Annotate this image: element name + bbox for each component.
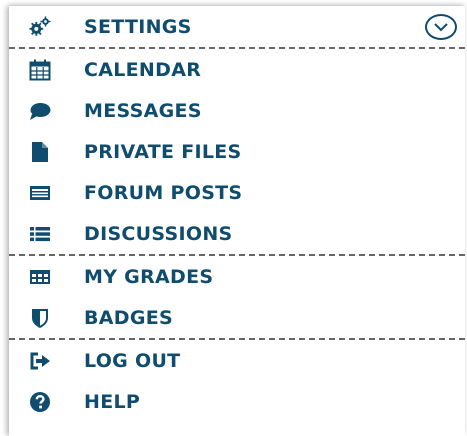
chevron-down-circle-icon[interactable] [425,13,457,40]
sign-out-icon [29,350,51,372]
file-icon [29,141,51,163]
menu-item-settings-label: SETTINGS [84,15,192,38]
menu-item-forum-posts[interactable]: FORUM POSTS [9,172,465,213]
menu-item-badges-label: BADGES [84,306,174,329]
menu-item-settings[interactable]: SETTINGS [9,6,465,49]
menu-item-messages-label: MESSAGES [84,99,202,122]
gears-icon [29,15,51,38]
menu-item-discussions-label: DISCUSSIONS [84,222,233,245]
menu-item-my-grades[interactable]: MY GRADES [9,256,465,297]
menu-item-log-out[interactable]: LOG OUT [9,340,465,381]
menu-item-discussions[interactable]: DISCUSSIONS [9,213,465,256]
menu-item-forum-posts-label: FORUM POSTS [84,181,243,204]
menu-item-log-out-label: LOG OUT [84,349,181,372]
menu-item-private-files[interactable]: PRIVATE FILES [9,131,465,172]
menu-item-badges[interactable]: BADGES [9,297,465,340]
menu-item-help[interactable]: HELP [9,381,465,422]
grid-icon [29,266,51,288]
shield-icon [29,307,51,329]
speech-bubble-icon [29,100,51,122]
question-circle-icon [29,391,51,413]
list-icon [29,223,51,245]
user-menu: SETTINGS CALENDAR MESSAGES PRIVATE FILES… [9,6,465,436]
menu-item-private-files-label: PRIVATE FILES [84,140,242,163]
menu-item-my-grades-label: MY GRADES [84,265,214,288]
forum-icon [29,182,51,204]
menu-item-help-label: HELP [84,390,141,413]
menu-item-calendar-label: CALENDAR [84,58,202,81]
menu-item-messages[interactable]: MESSAGES [9,90,465,131]
calendar-icon [29,59,51,81]
menu-item-calendar[interactable]: CALENDAR [9,49,465,90]
